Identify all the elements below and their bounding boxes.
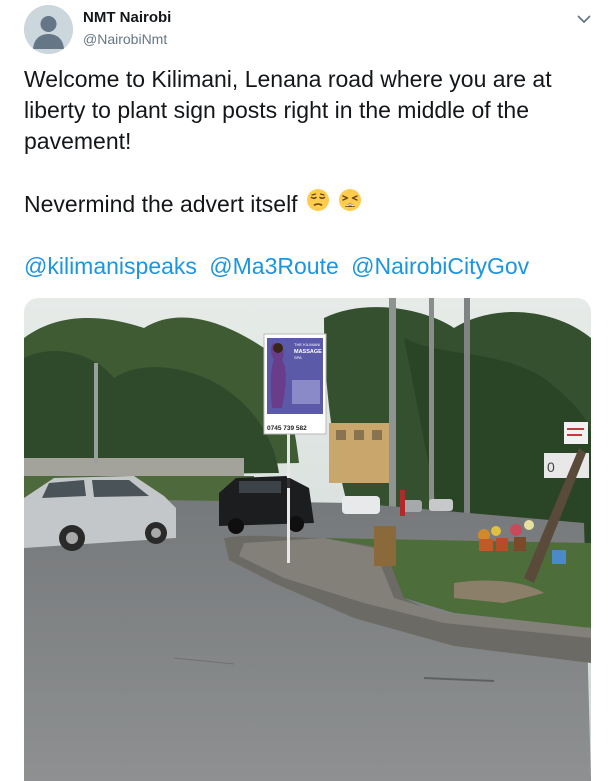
tweet-text-line2: Nevermind the advert itself bbox=[24, 190, 298, 217]
mention-ma3route[interactable]: @Ma3Route bbox=[209, 253, 338, 279]
tweet-text-line2-row: Nevermind the advert itself bbox=[24, 188, 589, 220]
more-options-chevron-icon[interactable] bbox=[573, 8, 595, 30]
relieved-face-emoji-icon bbox=[306, 188, 330, 220]
avatar[interactable] bbox=[24, 5, 73, 54]
weary-face-emoji-icon bbox=[338, 188, 362, 220]
tweet-text: Welcome to Kilimani, Lenana road where y… bbox=[24, 64, 589, 282]
mention-kilimanispeaks[interactable]: @kilimanispeaks bbox=[24, 253, 197, 279]
billboard-phone: 0745 739 582 bbox=[267, 425, 307, 432]
author-display-name[interactable]: NMT Nairobi bbox=[83, 9, 171, 26]
mention-nairobicitygov[interactable]: @NairobiCityGov bbox=[351, 253, 529, 279]
tweet-card: NMT Nairobi @NairobiNmt Welcome to Kilim… bbox=[0, 0, 609, 781]
mention-list: @kilimanispeaks @Ma3Route @NairobiCityGo… bbox=[24, 251, 589, 282]
default-avatar-icon bbox=[24, 5, 73, 54]
tweet-photo[interactable]: THE KILIMANI MASSAGE SPA 0745 739 582 0 bbox=[24, 298, 591, 781]
billboard-title-line3: SPA bbox=[294, 355, 302, 360]
author-handle[interactable]: @NairobiNmt bbox=[83, 31, 167, 47]
tree-sign-text: 0 bbox=[547, 459, 555, 475]
street-scene-photo: THE KILIMANI MASSAGE SPA 0745 739 582 0 bbox=[24, 298, 591, 781]
tweet-text-line1: Welcome to Kilimani, Lenana road where y… bbox=[24, 66, 552, 154]
billboard-title-line1: THE KILIMANI bbox=[294, 342, 320, 347]
massage-spa-billboard: THE KILIMANI MASSAGE SPA 0745 739 582 bbox=[263, 333, 327, 435]
